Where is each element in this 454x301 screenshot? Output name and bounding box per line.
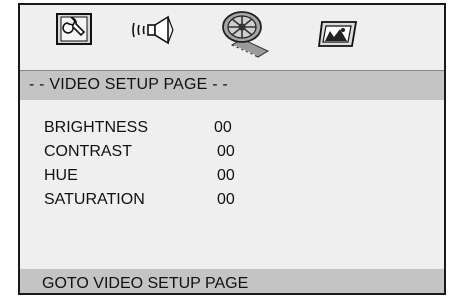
status-bar: GOTO VIDEO SETUP PAGE (20, 269, 444, 293)
setting-value[interactable]: 00 (214, 119, 232, 137)
status-text: GOTO VIDEO SETUP PAGE (42, 275, 249, 292)
picture-monitor-icon[interactable] (318, 19, 358, 49)
setting-row-hue[interactable]: HUE 00 (20, 167, 320, 187)
setting-row-brightness[interactable]: BRIGHTNESS 00 (20, 119, 320, 139)
setting-row-contrast[interactable]: CONTRAST 00 (20, 143, 320, 163)
page-title: - - VIDEO SETUP PAGE - - (29, 76, 228, 93)
setting-value[interactable]: 00 (217, 191, 235, 209)
wrench-monitor-icon[interactable] (56, 13, 92, 45)
setting-label: BRIGHTNESS (44, 119, 149, 136)
setup-tab-bar (20, 5, 444, 71)
osd-setup-screen: - - VIDEO SETUP PAGE - - BRIGHTNESS 00 C… (18, 3, 446, 295)
setting-label: SATURATION (44, 191, 145, 208)
film-reel-icon[interactable] (218, 9, 274, 61)
setting-label: HUE (44, 167, 78, 184)
setting-value[interactable]: 00 (217, 143, 235, 161)
speaker-icon[interactable] (130, 15, 176, 45)
setting-row-saturation[interactable]: SATURATION 00 (20, 191, 320, 211)
setting-label: CONTRAST (44, 143, 132, 160)
page-title-bar: - - VIDEO SETUP PAGE - - (20, 71, 444, 100)
setting-value[interactable]: 00 (217, 167, 235, 185)
